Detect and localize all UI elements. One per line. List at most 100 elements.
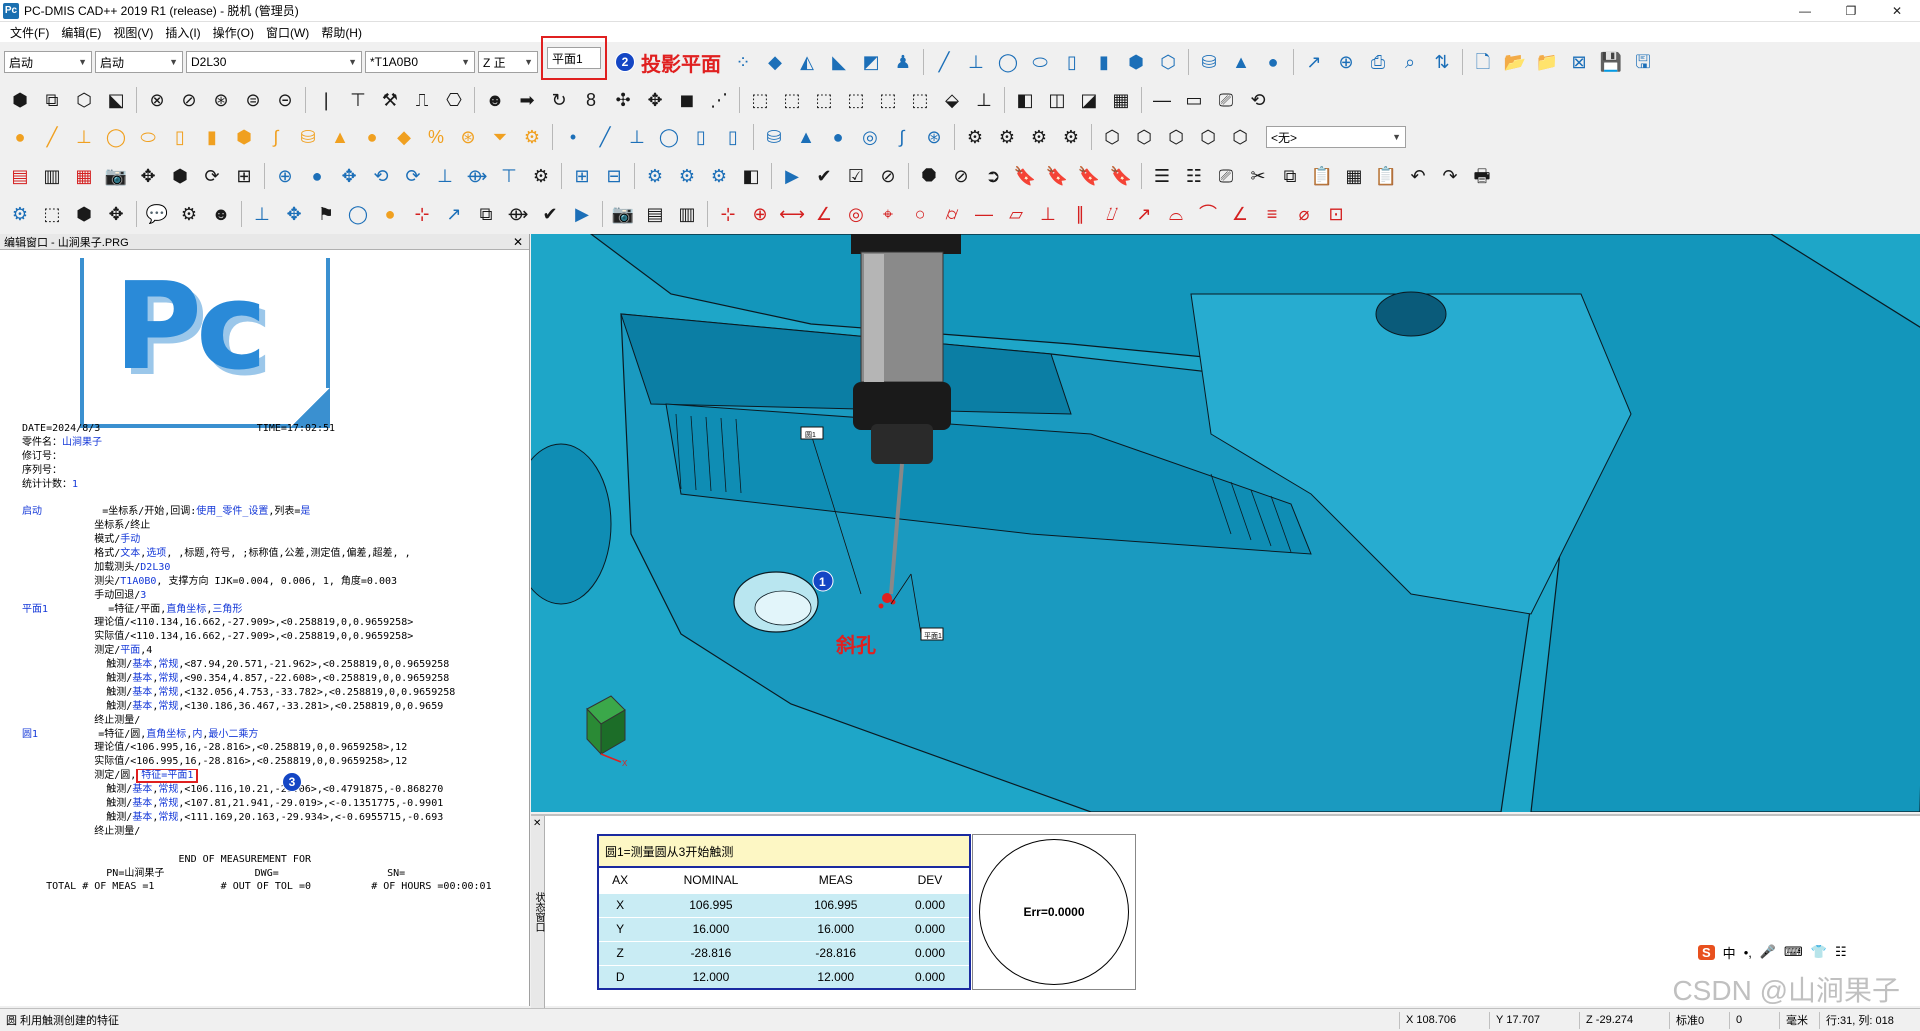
probe-head-3-icon[interactable]: ⊛ (207, 86, 235, 114)
menu-edit[interactable]: 编辑(E) (55, 24, 107, 41)
code-line[interactable] (22, 491, 527, 505)
dim-3-icon[interactable]: ⬡ (1162, 123, 1190, 151)
flag-icon[interactable]: ⚑ (312, 200, 340, 228)
code-line[interactable]: 触测/基本,常规,<130.186,36.467,-33.281>,<0.258… (22, 700, 527, 714)
line-profile-icon[interactable]: ⌒ (1194, 200, 1222, 228)
refresh-icon[interactable]: ⟳ (198, 162, 226, 190)
measure-square-icon[interactable]: ▯ (719, 123, 747, 151)
code-line[interactable]: 触测/基本,常规,<132.056,4.753,-33.782>,<0.2588… (22, 686, 527, 700)
bookmark-3-icon[interactable]: 🔖 (1075, 162, 1103, 190)
bookmark-2-icon[interactable]: 🔖 (1043, 162, 1071, 190)
auto-vector-icon[interactable]: ⊥ (70, 123, 98, 151)
code-line[interactable]: TOTAL # OF MEAS =1 # OUT OF TOL =0 # OF … (22, 880, 527, 894)
report-close-icon[interactable]: ✕ (533, 818, 541, 829)
checklist-icon[interactable]: ☑ (842, 162, 870, 190)
view-front-icon[interactable]: ⬚ (746, 86, 774, 114)
runout-icon[interactable]: ↗ (1130, 200, 1158, 228)
probe-view-icon[interactable]: ⊥ (431, 162, 459, 190)
vector-point-icon[interactable]: ⊥ (962, 48, 990, 76)
bookmark-icon[interactable]: 🔖 (1011, 162, 1039, 190)
part-group-icon[interactable]: ⬡ (70, 86, 98, 114)
paste-special-icon[interactable]: ▦ (1340, 162, 1368, 190)
pause-icon[interactable]: ⊘ (947, 162, 975, 190)
pan-icon[interactable]: ✥ (134, 162, 162, 190)
sphere-view-icon[interactable]: ● (303, 162, 331, 190)
total-runout-icon[interactable]: ⌰ (1098, 200, 1126, 228)
solid-menu-icon[interactable]: ⬢ (70, 200, 98, 228)
construct-2-icon[interactable]: ⚙ (993, 123, 1021, 151)
line-icon[interactable]: ╱ (930, 48, 958, 76)
angle-icon[interactable]: ∠ (810, 200, 838, 228)
code-line[interactable]: 触测/基本,常规,<111.169,20.163,-29.934>,<-0.69… (22, 811, 527, 825)
comment-icon[interactable]: 💬 (143, 200, 171, 228)
code-line[interactable]: 测定/圆, 特征=平面1 (22, 769, 527, 784)
auto-square-slot-icon[interactable]: ▯ (166, 123, 194, 151)
dim-2-icon[interactable]: ⬡ (1130, 123, 1158, 151)
crosshair-menu-icon[interactable]: ⊹ (408, 200, 436, 228)
auto-target-icon[interactable]: ⊛ (454, 123, 482, 151)
line-tool-icon[interactable]: — (1148, 86, 1176, 114)
code-line[interactable]: 零件名：山涧果子 (22, 436, 527, 450)
code-line[interactable]: 实际值/<106.995,16,-28.816>,<0.258819,0,0.9… (22, 755, 527, 769)
redo-icon[interactable]: ↷ (1436, 162, 1464, 190)
code-line[interactable]: 统计计数：1 (22, 478, 527, 492)
measure-line-icon[interactable]: ╱ (591, 123, 619, 151)
counter-icon[interactable]: 8 (577, 86, 605, 114)
close-button[interactable]: ✕ (1874, 0, 1920, 22)
auto-point-icon[interactable]: ● (6, 123, 34, 151)
auto-line-icon[interactable]: ╱ (38, 123, 66, 151)
ime-keyboard-icon[interactable]: ⌨ (1784, 944, 1803, 960)
report-icon[interactable]: ▤ (641, 200, 669, 228)
construct-3-icon[interactable]: ⚙ (1025, 123, 1053, 151)
distance-icon[interactable]: ⟷ (778, 200, 806, 228)
probe-select[interactable]: D2L30 ▼ (186, 51, 362, 73)
circle-icon[interactable]: ◯ (994, 48, 1022, 76)
code-line[interactable]: 实际值/<110.134,16.662,-27.909>,<0.258819,0… (22, 630, 527, 644)
code-line[interactable]: 触测/基本,常规,<106.116,10.21,-28.06>,<0.47918… (22, 783, 527, 797)
gear-icon[interactable]: ⚙ (527, 162, 555, 190)
cad-viewport[interactable]: 圆1 平面1 1 斜孔 X (531, 234, 1920, 812)
measure-sphere-icon[interactable]: ● (824, 123, 852, 151)
tip-select[interactable]: *T1A0B0 ▼ (365, 51, 475, 73)
settings-2-icon[interactable]: ⚙ (673, 162, 701, 190)
auto-notch-icon[interactable]: ▮ (198, 123, 226, 151)
menu-window[interactable]: 窗口(W) (260, 24, 315, 41)
edit-window-close-icon[interactable]: ✕ (513, 235, 529, 249)
measure-point-icon[interactable]: • (559, 123, 587, 151)
clamp-2-icon[interactable]: ⊟ (600, 162, 628, 190)
location-icon[interactable]: ⊕ (746, 200, 774, 228)
measure-curve-icon[interactable]: ∫ (888, 123, 916, 151)
add-feature-icon[interactable]: ⊕ (1332, 48, 1360, 76)
check-icon[interactable]: ✔ (810, 162, 838, 190)
straightness-icon[interactable]: — (970, 200, 998, 228)
true-position-icon[interactable]: ⌖ (874, 200, 902, 228)
probe-head-icon[interactable]: ⊗ (143, 86, 171, 114)
clamp-icon[interactable]: ⊞ (568, 162, 596, 190)
save-icon[interactable]: 💾 (1597, 48, 1625, 76)
alignment-select[interactable]: 启动 ▼ (4, 51, 92, 73)
code-line[interactable]: 理论值/<110.134,16.662,-27.909>,<0.258819,0… (22, 616, 527, 630)
code-line[interactable]: 圆1 =特征/圆,直角坐标,内,最小二乘方 (22, 728, 527, 742)
corner-point-icon[interactable]: ◩ (857, 48, 885, 76)
menu-help[interactable]: 帮助(H) (315, 24, 368, 41)
auto-feature-menu-icon[interactable]: ⚙ (6, 200, 34, 228)
no-check-icon[interactable]: ⊘ (874, 162, 902, 190)
auto-polygon-icon[interactable]: ⬢ (230, 123, 258, 151)
shaded-view-icon[interactable]: ◪ (1075, 86, 1103, 114)
square-slot-icon[interactable]: ▯ (1058, 48, 1086, 76)
probe-head-4-icon[interactable]: ⊜ (239, 86, 267, 114)
verify-icon[interactable]: ✔ (536, 200, 564, 228)
menu-insert[interactable]: 插入(I) (159, 24, 206, 41)
code-line[interactable]: 测尖/T1A0B0, 支撑方向 IJK=0.004, 0.006, 1, 角度=… (22, 575, 527, 589)
ime-mic-icon[interactable]: 🎤 (1760, 944, 1776, 960)
status-window-tab[interactable]: ✕ 状态窗口 (531, 816, 545, 1008)
measure-torus-icon[interactable]: ◎ (856, 123, 884, 151)
cylindricity-icon[interactable]: ⌭ (938, 200, 966, 228)
view-z-icon[interactable]: ⊥ (970, 86, 998, 114)
search-feature-icon[interactable]: ⌕ (1396, 48, 1424, 76)
loop-icon[interactable]: ↻ (545, 86, 573, 114)
snapshot-icon[interactable]: 📷 (609, 200, 637, 228)
auto-flush-icon[interactable]: ◆ (390, 123, 418, 151)
code-line[interactable]: 模式/手动 (22, 533, 527, 547)
projection-plane-select[interactable]: 平面1 (547, 47, 601, 69)
